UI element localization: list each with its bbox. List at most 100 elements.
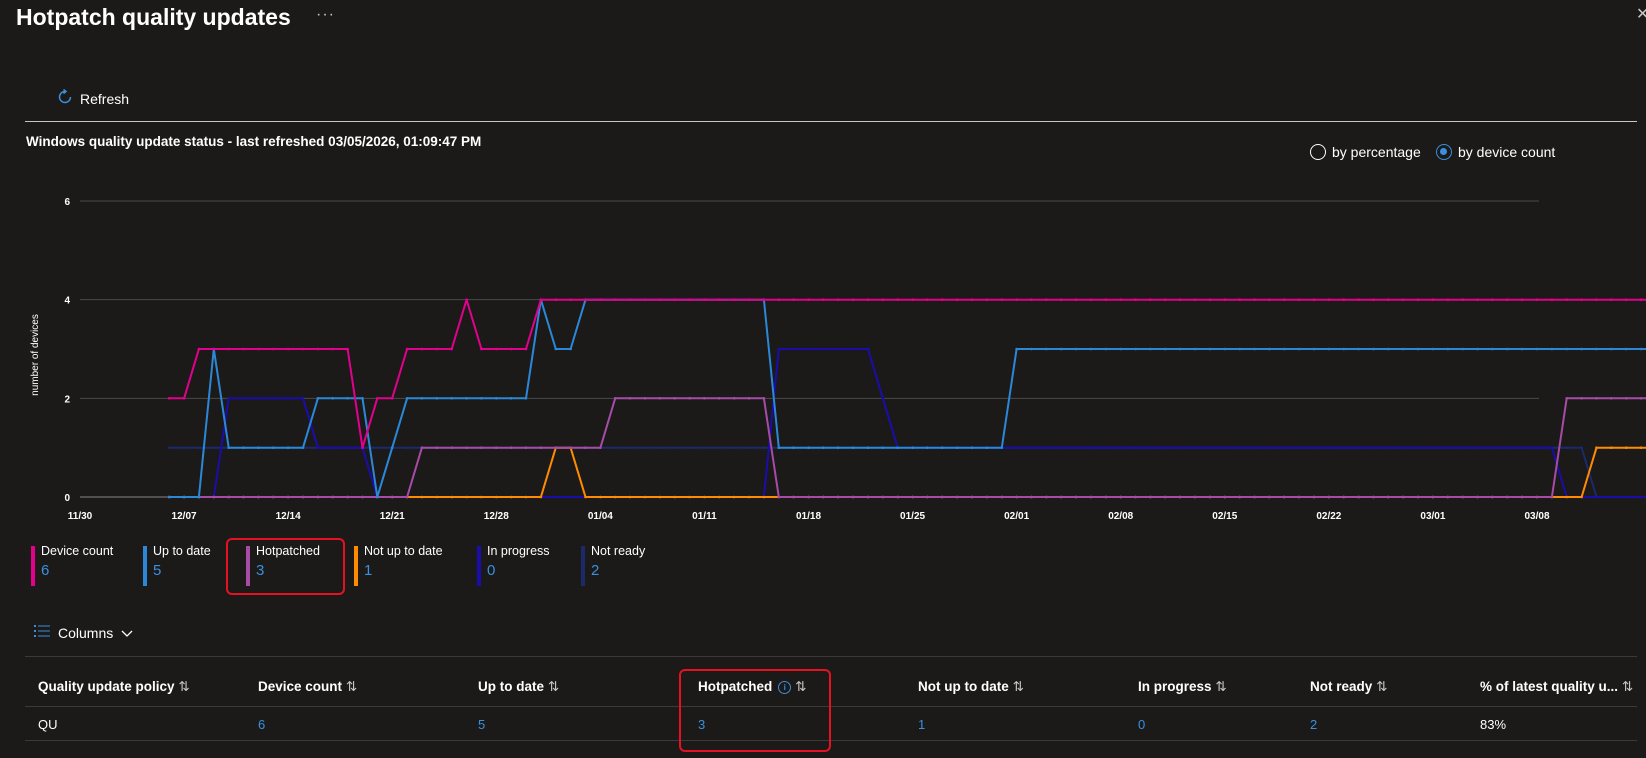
data-point-hotpatched <box>955 495 959 499</box>
cell-policy[interactable]: QU <box>38 717 58 732</box>
sort-icon[interactable]: ⇅ <box>1376 679 1387 694</box>
column-header-device-count[interactable]: Device count ⇅ <box>258 679 357 695</box>
data-point-in-progress <box>1119 446 1122 450</box>
by-percentage-option[interactable]: by percentage <box>1310 144 1421 160</box>
data-point-up-to-date <box>316 397 320 400</box>
legend-device-count[interactable]: Device count 6 <box>31 544 113 586</box>
data-point-device-count <box>1268 298 1271 301</box>
sort-icon[interactable]: ⇅ <box>548 679 559 694</box>
close-button[interactable]: ✕ <box>1636 4 1646 24</box>
data-point-up-to-date <box>1372 347 1375 351</box>
data-point-hotpatched <box>732 397 736 400</box>
data-point-not-up-to-date <box>509 495 513 499</box>
data-point-in-progress <box>1491 446 1494 450</box>
data-point-device-count <box>286 347 290 351</box>
data-point-not-ready <box>688 446 691 450</box>
data-point-up-to-date <box>450 397 454 400</box>
data-point-hotpatched <box>554 446 558 450</box>
cell-not-up-to-date-link[interactable]: 1 <box>918 717 925 732</box>
refresh-button[interactable]: Refresh <box>56 88 129 109</box>
data-point-device-count <box>1193 298 1197 301</box>
by-device-count-label: by device count <box>1458 144 1556 160</box>
more-options-button[interactable]: ··· <box>316 6 335 24</box>
data-point-device-count <box>1238 298 1241 301</box>
data-point-in-progress <box>836 347 840 351</box>
data-point-device-count <box>301 347 305 351</box>
data-point-up-to-date <box>480 397 483 400</box>
column-hotpatched-highlight <box>679 669 831 752</box>
data-point-up-to-date <box>227 446 230 450</box>
data-point-hotpatched <box>390 495 394 499</box>
column-header-up-to-date[interactable]: Up to date ⇅ <box>478 679 559 695</box>
list-icon <box>34 624 50 641</box>
data-point-hotpatched <box>1342 495 1345 499</box>
column-header-percent-latest[interactable]: % of latest quality u... ⇅ <box>1480 679 1633 695</box>
data-point-device-count <box>762 298 766 301</box>
data-point-up-to-date <box>509 397 513 400</box>
by-device-count-option[interactable]: by device count <box>1436 144 1555 160</box>
data-point-device-count <box>1506 298 1509 301</box>
cell-up-to-date-link[interactable]: 5 <box>478 717 485 732</box>
legend-swatch <box>354 546 358 586</box>
data-point-device-count <box>1639 298 1643 301</box>
data-point-device-count <box>420 347 424 351</box>
by-device-count-radio[interactable] <box>1436 144 1452 160</box>
data-point-device-count <box>1520 298 1524 301</box>
data-point-device-count <box>405 347 409 351</box>
data-point-up-to-date <box>346 397 349 400</box>
data-point-up-to-date <box>1506 347 1509 351</box>
data-point-not-up-to-date <box>1565 495 1568 499</box>
legend-up-to-date[interactable]: Up to date 5 <box>143 544 211 586</box>
column-header-not-up-to-date[interactable]: Not up to date ⇅ <box>918 679 1024 695</box>
data-point-device-count <box>1476 298 1479 301</box>
sort-icon[interactable]: ⇅ <box>179 679 190 694</box>
data-point-in-progress <box>1268 446 1271 450</box>
sort-icon[interactable]: ⇅ <box>1013 679 1024 694</box>
data-point-not-up-to-date <box>495 495 498 499</box>
sort-icon[interactable]: ⇅ <box>346 679 357 694</box>
data-point-up-to-date <box>1416 347 1420 351</box>
data-point-device-count <box>450 347 454 351</box>
data-point-up-to-date <box>1461 347 1464 351</box>
x-tick-label: 12/28 <box>484 511 509 522</box>
data-point-device-count <box>1595 298 1598 301</box>
x-tick-label: 11/30 <box>68 511 93 522</box>
data-point-in-progress <box>1624 495 1628 499</box>
data-point-device-count <box>1461 298 1464 301</box>
columns-button[interactable]: Columns <box>34 624 133 641</box>
data-point-device-count <box>941 298 944 301</box>
column-header-in-progress[interactable]: In progress ⇅ <box>1138 679 1227 695</box>
data-point-device-count <box>628 298 632 301</box>
data-point-up-to-date <box>331 397 335 400</box>
cell-in-progress-link[interactable]: 0 <box>1138 717 1145 732</box>
data-point-device-count <box>242 347 245 351</box>
data-point-not-ready <box>643 446 647 450</box>
data-point-device-count <box>926 298 929 301</box>
legend-in-progress[interactable]: In progress 0 <box>477 544 550 586</box>
data-point-in-progress <box>1104 446 1108 450</box>
data-point-device-count <box>495 347 498 351</box>
column-header-not-ready[interactable]: Not ready ⇅ <box>1310 679 1388 695</box>
column-header-policy[interactable]: Quality update policy ⇅ <box>38 679 190 695</box>
data-point-device-count <box>1342 298 1345 301</box>
data-point-hotpatched <box>673 397 676 400</box>
cell-not-ready-link[interactable]: 2 <box>1310 717 1317 732</box>
data-point-hotpatched <box>851 495 855 499</box>
legend-not-ready[interactable]: Not ready 2 <box>581 544 645 586</box>
data-point-device-count <box>1416 298 1420 301</box>
data-point-up-to-date <box>1580 347 1583 351</box>
legend-not-up-to-date[interactable]: Not up to date 1 <box>354 544 443 586</box>
data-point-up-to-date <box>495 397 498 400</box>
data-point-hotpatched <box>1327 495 1331 499</box>
data-point-hotpatched <box>465 446 468 450</box>
data-point-up-to-date <box>881 446 885 450</box>
by-percentage-radio[interactable] <box>1310 144 1326 160</box>
sort-icon[interactable]: ⇅ <box>1622 679 1633 694</box>
data-point-hotpatched <box>777 495 781 499</box>
data-point-device-count <box>703 298 706 301</box>
series-hotpatched <box>167 397 1646 499</box>
data-point-hotpatched <box>1401 495 1405 499</box>
sort-icon[interactable]: ⇅ <box>1216 679 1227 694</box>
cell-device-count-link[interactable]: 6 <box>258 717 265 732</box>
data-point-up-to-date <box>1297 347 1301 351</box>
